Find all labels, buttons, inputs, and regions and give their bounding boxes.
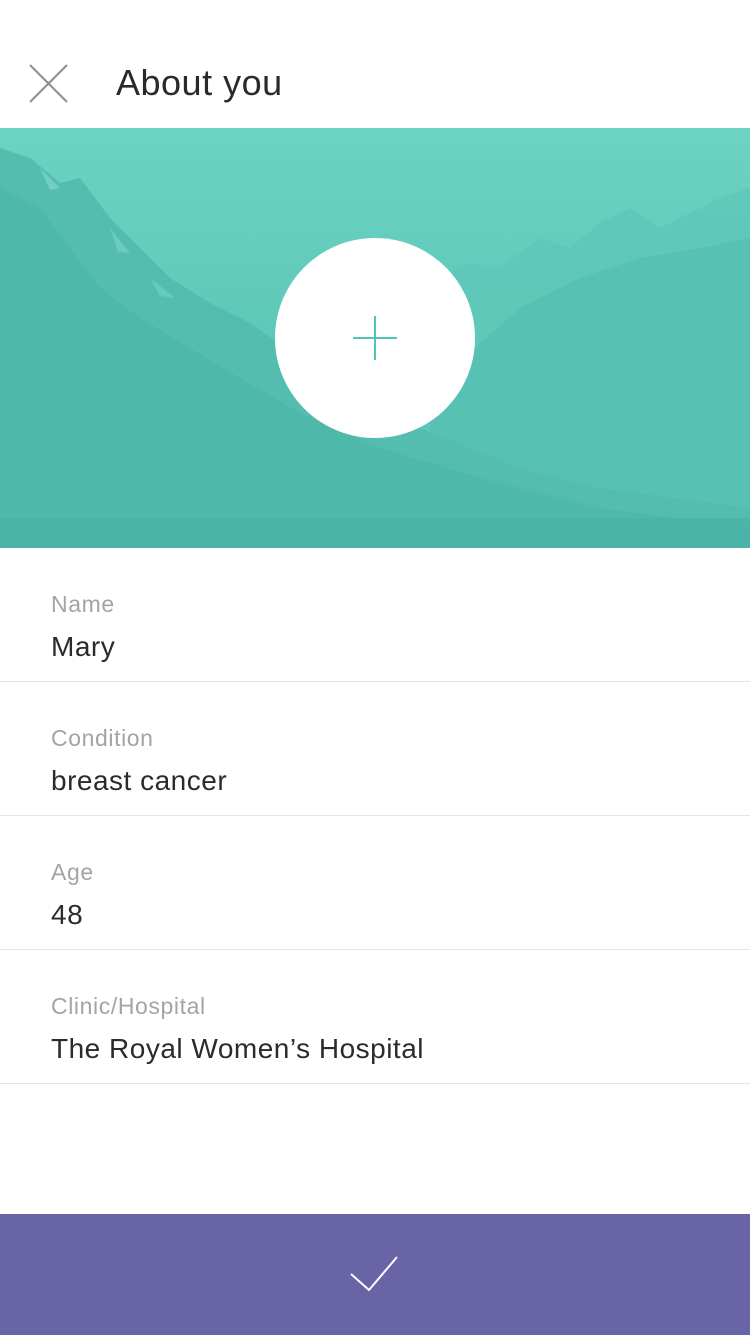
add-photo-button[interactable] bbox=[275, 238, 475, 438]
name-input[interactable]: Mary bbox=[51, 630, 115, 664]
clinic-hospital-label: Clinic/Hospital bbox=[51, 993, 206, 1019]
confirm-button[interactable] bbox=[0, 1214, 750, 1335]
header: About you bbox=[0, 0, 750, 128]
checkmark-icon bbox=[350, 1256, 398, 1292]
close-icon bbox=[29, 64, 68, 103]
age-label: Age bbox=[51, 859, 94, 885]
name-field[interactable]: Name Mary bbox=[0, 548, 750, 682]
profile-form: Name Mary Condition breast cancer Age 48… bbox=[0, 548, 750, 1084]
clinic-hospital-field[interactable]: Clinic/Hospital The Royal Women’s Hospit… bbox=[0, 950, 750, 1084]
name-label: Name bbox=[51, 591, 115, 617]
age-input[interactable]: 48 bbox=[51, 898, 83, 932]
condition-label: Condition bbox=[51, 725, 154, 751]
about-you-screen: About you Name Mary Condition breast can… bbox=[0, 0, 750, 1335]
hero-banner bbox=[0, 128, 750, 548]
page-title: About you bbox=[116, 62, 283, 103]
condition-field[interactable]: Condition breast cancer bbox=[0, 682, 750, 816]
clinic-hospital-input[interactable]: The Royal Women’s Hospital bbox=[51, 1032, 424, 1066]
close-button[interactable] bbox=[24, 59, 74, 109]
plus-icon bbox=[353, 316, 397, 360]
age-field[interactable]: Age 48 bbox=[0, 816, 750, 950]
condition-input[interactable]: breast cancer bbox=[51, 764, 227, 798]
